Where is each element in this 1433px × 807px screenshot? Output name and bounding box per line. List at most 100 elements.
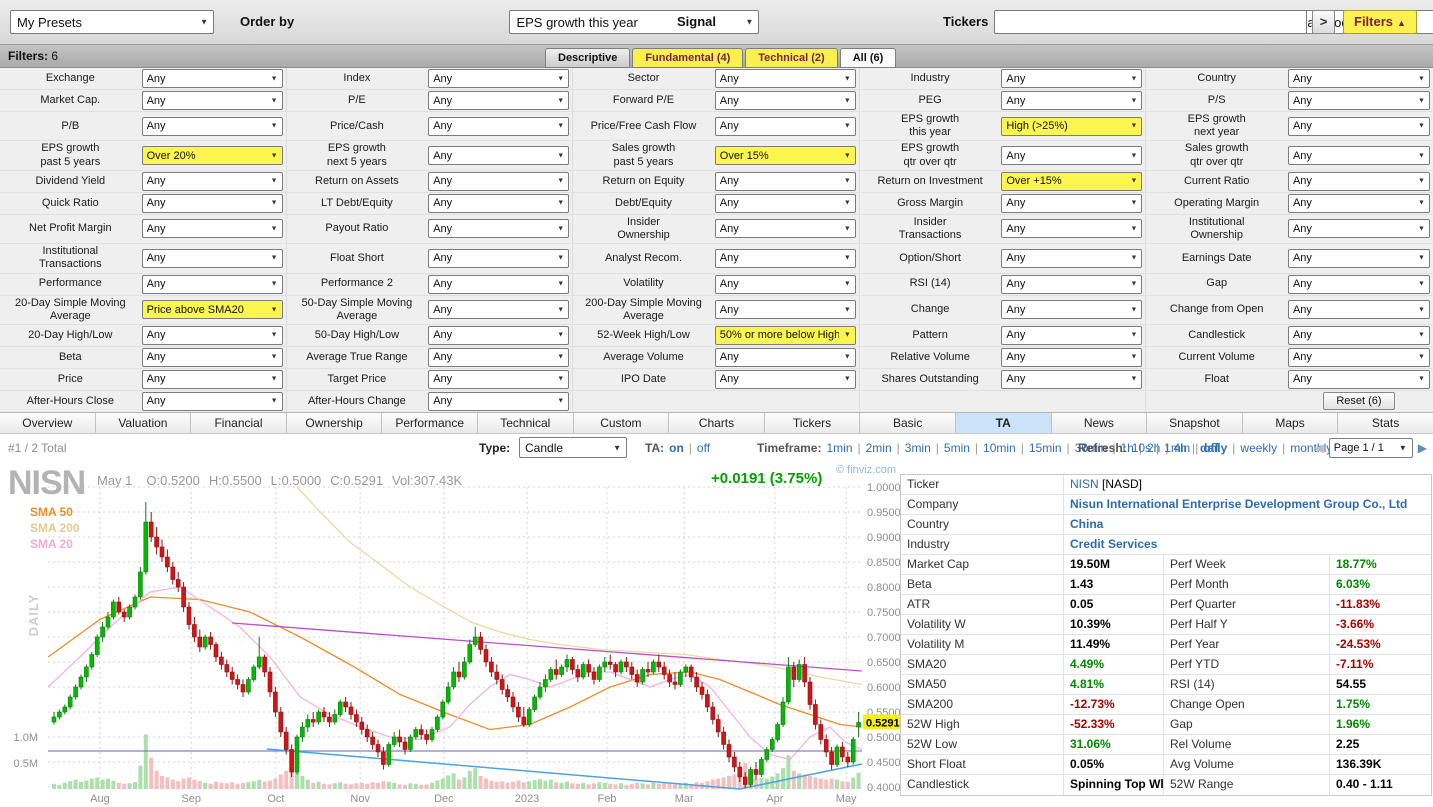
filter-select-rsi-14[interactable]: Any: [1001, 275, 1142, 294]
refresh-10s[interactable]: 10s: [1132, 441, 1151, 455]
filter-select-ipo-date[interactable]: Any: [715, 370, 856, 389]
filter-select-return-on-investment[interactable]: Over +15%: [1001, 172, 1142, 191]
page-select[interactable]: Page 1 / 1: [1329, 438, 1413, 458]
filter-select-price-cash[interactable]: Any: [428, 117, 569, 136]
filter-select-gap[interactable]: Any: [1288, 275, 1430, 294]
filter-select-50-day-high-low[interactable]: Any: [428, 326, 569, 345]
filter-select-institutional-ownership[interactable]: Any: [1288, 219, 1430, 238]
filter-select-option-short[interactable]: Any: [1001, 249, 1142, 268]
filter-select-performance[interactable]: Any: [142, 275, 283, 294]
filters-toggle-button[interactable]: Filters▲: [1343, 10, 1417, 34]
filter-select-country[interactable]: Any: [1288, 69, 1430, 88]
filter-select-return-on-assets[interactable]: Any: [428, 172, 569, 191]
filter-select-sales-growth-past-5-years[interactable]: Over 15%: [715, 146, 856, 165]
timeframe-1min[interactable]: 1min: [826, 441, 852, 455]
filter-tab-fundamental-4[interactable]: Fundamental (4): [632, 48, 743, 68]
reset-filters-button[interactable]: Reset (6): [1323, 392, 1394, 410]
filter-select-analyst-recom[interactable]: Any: [715, 249, 856, 268]
filter-select-relative-volume[interactable]: Any: [1001, 348, 1142, 367]
filter-select-20-day-simple-moving-average[interactable]: Price above SMA20: [142, 300, 283, 319]
filter-select-payout-ratio[interactable]: Any: [428, 219, 569, 238]
quote-link-nisn[interactable]: NISN: [1070, 477, 1099, 491]
filter-select-market-cap[interactable]: Any: [142, 91, 283, 110]
tab-ta[interactable]: TA: [956, 413, 1052, 433]
filter-select-50-day-simple-moving-average[interactable]: Any: [428, 300, 569, 319]
tab-technical[interactable]: Technical: [478, 413, 574, 433]
filter-select-p-e[interactable]: Any: [428, 91, 569, 110]
quote-link-nisun-international-enterprise-development-group-co-ltd[interactable]: Nisun International Enterprise Developme…: [1070, 497, 1407, 511]
filter-select-200-day-simple-moving-average[interactable]: Any: [715, 300, 856, 319]
filter-select-float[interactable]: Any: [1288, 370, 1430, 389]
filter-select-volatility[interactable]: Any: [715, 275, 856, 294]
filter-select-52-week-high-low[interactable]: 50% or more below High: [715, 326, 856, 345]
filter-select-after-hours-close[interactable]: Any: [142, 392, 283, 411]
filter-select-eps-growth-qtr-over-qtr[interactable]: Any: [1001, 146, 1142, 165]
filter-select-performance-2[interactable]: Any: [428, 275, 569, 294]
timeframe-2min[interactable]: 2min: [866, 441, 892, 455]
tab-snapshot[interactable]: Snapshot: [1147, 413, 1243, 433]
filter-select-dividend-yield[interactable]: Any: [142, 172, 283, 191]
filter-select-shares-outstanding[interactable]: Any: [1001, 370, 1142, 389]
filter-select-candlestick[interactable]: Any: [1288, 326, 1430, 345]
filter-tab-descriptive[interactable]: Descriptive: [545, 48, 630, 68]
filter-select-quick-ratio[interactable]: Any: [142, 194, 283, 213]
tickers-input[interactable]: [994, 10, 1307, 34]
chart-type-select[interactable]: Candle: [519, 437, 627, 458]
filter-select-target-price[interactable]: Any: [428, 370, 569, 389]
filter-select-price[interactable]: Any: [142, 370, 283, 389]
tab-maps[interactable]: Maps: [1243, 413, 1339, 433]
timeframe-15min[interactable]: 15min: [1029, 441, 1062, 455]
filter-select-exchange[interactable]: Any: [142, 69, 283, 88]
filter-select-change[interactable]: Any: [1001, 300, 1142, 319]
tab-overview[interactable]: Overview: [0, 413, 96, 433]
filter-select-return-on-equity[interactable]: Any: [715, 172, 856, 191]
prev-page-icon[interactable]: ◀: [1315, 441, 1324, 455]
filter-select-beta[interactable]: Any: [142, 348, 283, 367]
search-go-button[interactable]: >: [1312, 10, 1335, 34]
presets-select[interactable]: My Presets: [10, 10, 214, 34]
tab-stats[interactable]: Stats: [1338, 413, 1433, 433]
refresh-off[interactable]: off: [1203, 441, 1218, 455]
ta-off[interactable]: off: [697, 441, 710, 455]
tab-basic[interactable]: Basic: [860, 413, 956, 433]
tab-valuation[interactable]: Valuation: [96, 413, 192, 433]
filter-select-industry[interactable]: Any: [1001, 69, 1142, 88]
filter-select-operating-margin[interactable]: Any: [1288, 194, 1430, 213]
filter-select-eps-growth-next-5-years[interactable]: Any: [428, 146, 569, 165]
filter-select-eps-growth-this-year[interactable]: High (>25%): [1001, 117, 1142, 136]
filter-select-net-profit-margin[interactable]: Any: [142, 219, 283, 238]
filter-select-insider-transactions[interactable]: Any: [1001, 219, 1142, 238]
filter-tab-technical-2[interactable]: Technical (2): [745, 48, 837, 68]
filter-select-institutional-transactions[interactable]: Any: [142, 249, 283, 268]
order-by-select[interactable]: EPS growth this year: [509, 10, 759, 34]
filter-select-float-short[interactable]: Any: [428, 249, 569, 268]
tab-financial[interactable]: Financial: [191, 413, 287, 433]
tab-charts[interactable]: Charts: [669, 413, 765, 433]
filter-select-current-volume[interactable]: Any: [1288, 348, 1430, 367]
quote-link-credit-services[interactable]: Credit Services: [1070, 537, 1157, 551]
tab-news[interactable]: News: [1052, 413, 1148, 433]
timeframe-weekly[interactable]: weekly: [1240, 441, 1277, 455]
filter-select-gross-margin[interactable]: Any: [1001, 194, 1142, 213]
filter-select-price-free-cash-flow[interactable]: Any: [715, 117, 856, 136]
filter-select-sector[interactable]: Any: [715, 69, 856, 88]
filter-select-peg[interactable]: Any: [1001, 91, 1142, 110]
filter-select-debt-equity[interactable]: Any: [715, 194, 856, 213]
filter-select-average-volume[interactable]: Any: [715, 348, 856, 367]
timeframe-5min[interactable]: 5min: [944, 441, 970, 455]
timeframe-10min[interactable]: 10min: [983, 441, 1016, 455]
tab-custom[interactable]: Custom: [574, 413, 670, 433]
filter-select-average-true-range[interactable]: Any: [428, 348, 569, 367]
ta-on[interactable]: on: [669, 441, 684, 455]
timeframe-3min[interactable]: 3min: [905, 441, 931, 455]
filter-select-index[interactable]: Any: [428, 69, 569, 88]
filter-select-insider-ownership[interactable]: Any: [715, 219, 856, 238]
tab-ownership[interactable]: Ownership: [287, 413, 383, 433]
filter-select-earnings-date[interactable]: Any: [1288, 249, 1430, 268]
next-page-icon[interactable]: ▶: [1418, 441, 1427, 455]
filter-select-after-hours-change[interactable]: Any: [428, 392, 569, 411]
filter-select-p-s[interactable]: Any: [1288, 91, 1430, 110]
filter-select-current-ratio[interactable]: Any: [1288, 172, 1430, 191]
filter-select-sales-growth-qtr-over-qtr[interactable]: Any: [1288, 146, 1430, 165]
tab-tickers[interactable]: Tickers: [765, 413, 861, 433]
